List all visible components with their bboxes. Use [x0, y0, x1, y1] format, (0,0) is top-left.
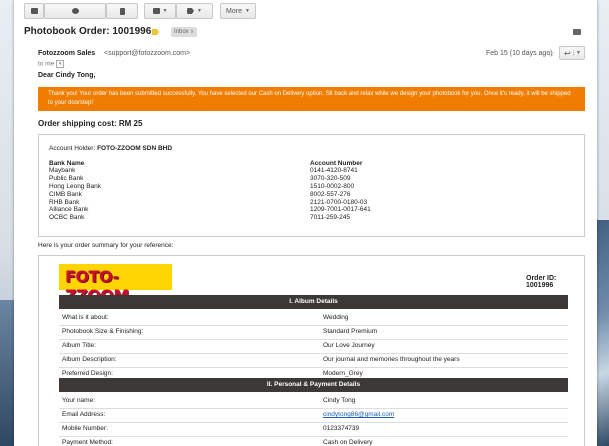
- bank-name: RHB Bank: [49, 198, 80, 206]
- detail-row: Payment Method: Cash on Delivery: [59, 436, 568, 446]
- account-number-header: Account Number: [310, 159, 363, 167]
- email-window: ▼ ▼ More ▼ Photobook Order: 1001996 Inbox…: [14, 0, 597, 446]
- detail-value: Wedding: [323, 314, 349, 321]
- move-to-button[interactable]: ▼: [144, 3, 176, 19]
- email-link[interactable]: cindytong86@gmail.com: [323, 408, 394, 422]
- inbox-label-text: Inbox: [174, 29, 189, 35]
- sender-name[interactable]: Fotozzoom Sales: [38, 50, 95, 57]
- table-row: OCBC Bank 7011-259-245: [49, 214, 569, 222]
- more-button[interactable]: More ▼: [220, 3, 256, 19]
- account-holder-label: Account Holder:: [49, 145, 96, 152]
- details-toggle-icon[interactable]: ▾: [56, 60, 65, 68]
- bank-table: Bank Name Account Number Maybank 0141-412…: [49, 159, 569, 222]
- account-number: 7011-259-245: [310, 214, 350, 222]
- table-row: RHB Bank 2121-0700-0180-03: [49, 198, 569, 206]
- recipient-line: to me ▾: [38, 60, 65, 68]
- sender-email: <support@fotozzoom.com>: [104, 50, 191, 57]
- detail-value: Cindy Tong: [323, 397, 356, 404]
- album-details-header: I. Album Details: [59, 295, 568, 309]
- table-row: Maybank 0141-4120-8741: [49, 167, 569, 175]
- email-date: Feb 15 (10 days ago): [486, 50, 553, 57]
- shipping-cost: Order shipping cost: RM 25: [38, 119, 143, 128]
- account-number: 3070-320-509: [310, 175, 351, 183]
- company-logo: FOTO-ZZOOM: [59, 264, 172, 305]
- detail-label: Photobook Size & Finishing:: [62, 328, 144, 335]
- reply-button[interactable]: ↩ ▼: [559, 46, 585, 60]
- greeting: Dear Cindy Tong,: [38, 72, 96, 79]
- trash-icon: [119, 7, 125, 15]
- bank-name: OCBC Bank: [49, 214, 85, 222]
- order-summary-box: FOTO-ZZOOM Order ID: 1001996 I. Album De…: [38, 255, 585, 446]
- email-subject: Photobook Order: 1001996: [24, 26, 152, 37]
- bank-name: Hong Leong Bank: [49, 182, 102, 190]
- detail-row: Album Description: Our journal and memori…: [59, 353, 568, 368]
- chevron-down-icon: ▼: [197, 8, 202, 14]
- bank-name-header: Bank Name: [49, 159, 85, 167]
- detail-row: Email Address: cindytong86@gmail.com: [59, 408, 568, 423]
- inbox-label[interactable]: Inbox x: [171, 27, 197, 37]
- detail-label: Email Address:: [62, 411, 106, 418]
- summary-intro: Here is your order summary for your refe…: [38, 242, 174, 249]
- account-holder: Account Holder: FOTO-ZZOOM SDN BHD: [49, 145, 172, 152]
- account-number: 0141-4120-8741: [310, 167, 358, 175]
- detail-row: What is it about: Wedding: [59, 311, 568, 326]
- remove-label-icon[interactable]: x: [191, 29, 194, 35]
- recipient-label: to me: [38, 60, 55, 68]
- detail-value: Our journal and memories throughout the …: [323, 356, 460, 363]
- detail-row: Your name: Cindy Tong: [59, 394, 568, 409]
- table-row: Public Bank 3070-320-509: [49, 175, 569, 183]
- spam-icon: [71, 8, 79, 14]
- account-holder-value: FOTO-ZZOOM SDN BHD: [97, 145, 173, 152]
- bank-name: CIMB Bank: [49, 190, 82, 198]
- detail-label: Album Title:: [62, 342, 96, 349]
- table-row: Hong Leong Bank 1510-0002-800: [49, 183, 569, 191]
- star-icon[interactable]: ☆: [547, 48, 555, 59]
- order-confirmation-notice: Thank you! Your order has been submitted…: [38, 87, 585, 111]
- detail-value: Cash on Delivery: [323, 439, 373, 446]
- order-id: Order ID: 1001996: [526, 275, 557, 289]
- account-number: 1510-0002-800: [310, 182, 355, 190]
- bank-name: Alliance Bank: [49, 206, 89, 214]
- detail-row: Photobook Size & Finishing: Standard Prem…: [59, 325, 568, 340]
- important-marker-icon[interactable]: [152, 29, 159, 35]
- print-icon[interactable]: [573, 29, 581, 35]
- archive-button[interactable]: [24, 3, 44, 19]
- label-icon: [187, 8, 195, 14]
- table-row: CIMB Bank 8002-557-276: [49, 190, 569, 198]
- chevron-down-icon: ▼: [245, 8, 250, 14]
- account-number: 1209-7001-0017-641: [310, 206, 371, 214]
- detail-value: Our Love Journey: [323, 342, 375, 349]
- archive-icon: [30, 8, 38, 14]
- detail-value: Standard Premium: [323, 328, 378, 335]
- bank-name: Maybank: [49, 167, 76, 175]
- chevron-down-icon: ▼: [162, 8, 168, 14]
- delete-button[interactable]: [106, 3, 138, 19]
- detail-label: Payment Method:: [62, 439, 113, 446]
- more-label: More: [226, 7, 242, 15]
- detail-label: Your name:: [62, 397, 96, 404]
- toolbar: ▼ ▼ More ▼: [14, 0, 597, 22]
- detail-label: Album Description:: [62, 356, 117, 363]
- table-row: Alliance Bank 1209-7001-0017-641: [49, 206, 569, 214]
- report-spam-button[interactable]: [44, 3, 106, 19]
- detail-label: What is it about:: [62, 314, 109, 321]
- detail-row: Mobile Number: 0123374739: [59, 422, 568, 437]
- account-number: 2121-0700-0180-03: [310, 198, 368, 206]
- personal-details-header: II. Personal & Payment Details: [59, 378, 568, 392]
- detail-value: 0123374739: [323, 425, 360, 432]
- bank-name: Public Bank: [49, 175, 84, 183]
- bank-table-header: Bank Name Account Number: [49, 159, 569, 167]
- detail-label: Mobile Number:: [62, 425, 108, 432]
- more-actions-icon[interactable]: ▼: [573, 50, 581, 56]
- folder-icon: [152, 8, 160, 14]
- reply-icon: ↩: [564, 49, 571, 58]
- bank-details-box: Account Holder: FOTO-ZZOOM SDN BHD Bank …: [38, 134, 585, 237]
- account-number: 8002-557-276: [310, 190, 351, 198]
- labels-button[interactable]: ▼: [176, 3, 213, 19]
- detail-row: Album Title: Our Love Journey: [59, 339, 568, 354]
